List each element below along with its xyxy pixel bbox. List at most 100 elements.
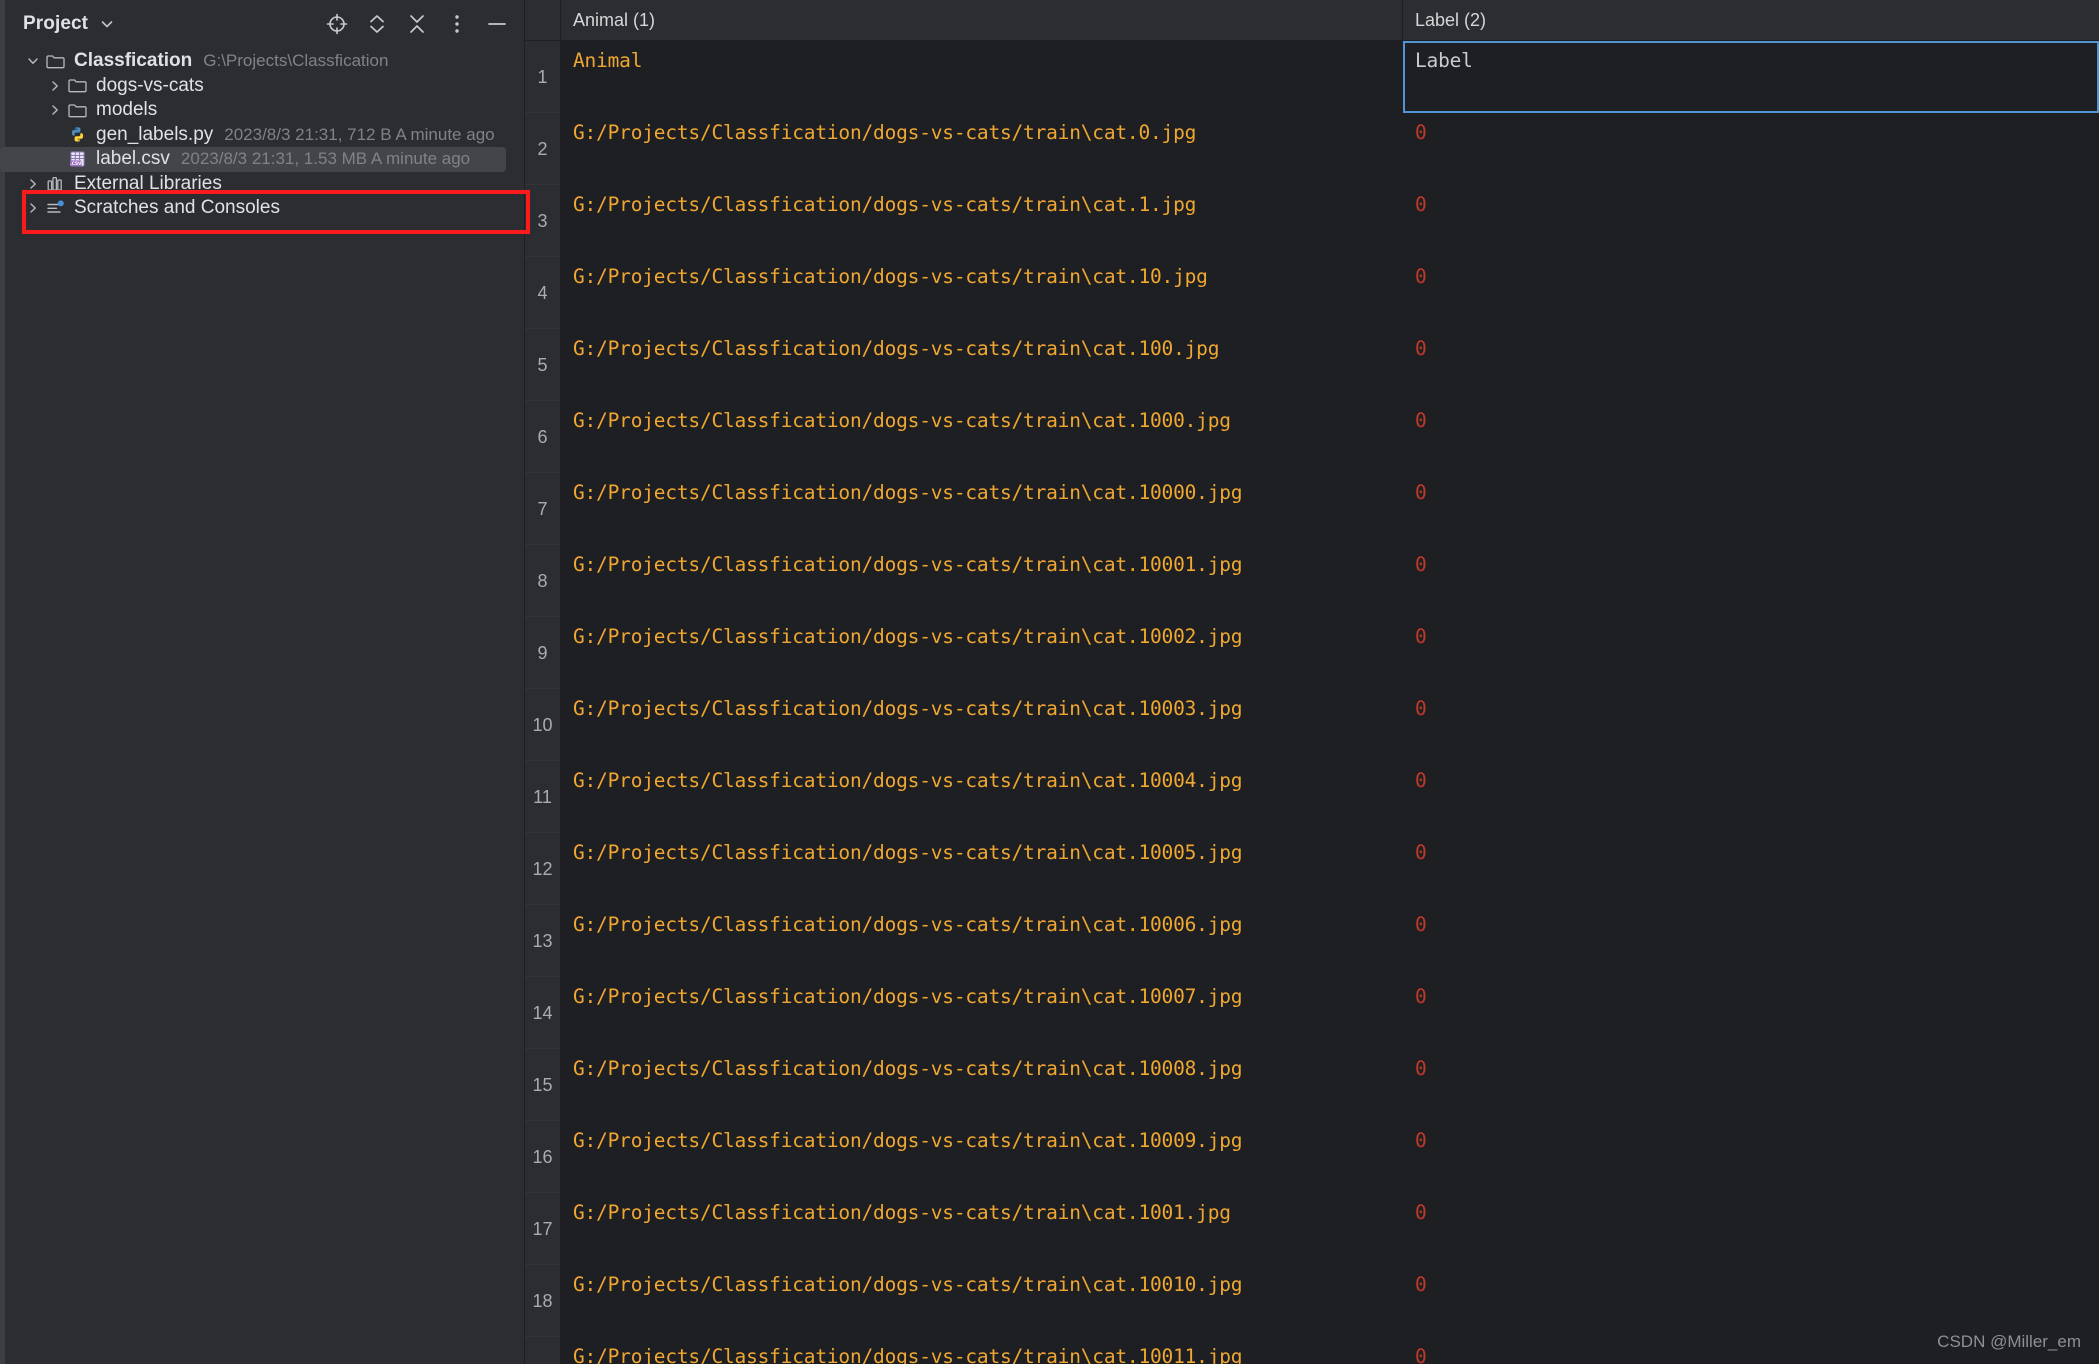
table-row[interactable]: 11 G:/Projects/Classfication/dogs-vs-cats… <box>525 761 2099 833</box>
cell-label[interactable]: 0 <box>1403 1049 2099 1121</box>
page-title: Project <box>23 12 89 34</box>
table-row[interactable]: 17 G:/Projects/Classfication/dogs-vs-cats… <box>525 1193 2099 1265</box>
table-row[interactable]: 3 G:/Projects/Classfication/dogs-vs-cats/… <box>525 185 2099 257</box>
row-number-gutter[interactable]: 7 <box>525 473 561 545</box>
column-header-animal[interactable]: Animal (1) <box>561 0 1403 40</box>
cell-animal[interactable]: G:/Projects/Classfication/dogs-vs-cats/t… <box>561 617 1403 689</box>
table-row[interactable]: 12 G:/Projects/Classfication/dogs-vs-cats… <box>525 833 2099 905</box>
cell-label[interactable]: 0 <box>1403 185 2099 257</box>
table-row[interactable]: 13 G:/Projects/Classfication/dogs-vs-cats… <box>525 905 2099 977</box>
row-number-gutter[interactable]: 10 <box>525 689 561 761</box>
tree-item-label-csv[interactable]: .CSV label.csv 2023/8/3 21:31, 1.53 MB A m… <box>0 147 506 172</box>
table-row[interactable]: 4 G:/Projects/Classfication/dogs-vs-cats/… <box>525 257 2099 329</box>
cell-label[interactable]: 0 <box>1403 113 2099 185</box>
cell-label[interactable]: 0 <box>1403 257 2099 329</box>
row-number-gutter[interactable]: 14 <box>525 977 561 1049</box>
table-row[interactable]: 2 G:/Projects/Classfication/dogs-vs-cats/… <box>525 113 2099 185</box>
more-options-icon[interactable] <box>444 11 470 37</box>
cell-label[interactable]: 0 <box>1403 401 2099 473</box>
row-number-gutter[interactable]: 4 <box>525 257 561 329</box>
cell-animal[interactable]: G:/Projects/Classfication/dogs-vs-cats/t… <box>561 185 1403 257</box>
row-number-gutter[interactable]: 6 <box>525 401 561 473</box>
table-row[interactable]: 19G:/Projects/Classfication/dogs-vs-cats… <box>525 1337 2099 1364</box>
cell-animal[interactable]: G:/Projects/Classfication/dogs-vs-cats/t… <box>561 401 1403 473</box>
expand-collapse-icon[interactable] <box>364 11 390 37</box>
table-row[interactable]: 5 G:/Projects/Classfication/dogs-vs-cats/… <box>525 329 2099 401</box>
chevron-right-icon[interactable] <box>44 103 66 117</box>
row-number: 6 <box>537 427 548 447</box>
project-panel-header: Project <box>0 0 524 47</box>
cell-label[interactable]: 0 <box>1403 545 2099 617</box>
chevron-right-icon[interactable] <box>22 201 44 215</box>
row-number-gutter[interactable]: 13 <box>525 905 561 977</box>
row-number-gutter[interactable]: 16 <box>525 1121 561 1193</box>
cell-label[interactable]: 0 <box>1403 617 2099 689</box>
cell-animal[interactable]: Animal <box>561 41 1403 113</box>
row-number-gutter[interactable]: 18 <box>525 1265 561 1337</box>
tree-item-external-libraries[interactable]: External Libraries <box>0 172 524 197</box>
row-number-gutter[interactable]: 9 <box>525 617 561 689</box>
tree-item-models[interactable]: models <box>0 98 524 123</box>
cell-animal[interactable]: G:/Projects/Classfication/dogs-vs-cats/t… <box>561 1121 1403 1193</box>
cell-animal[interactable]: G:/Projects/Classfication/dogs-vs-cats/t… <box>561 833 1403 905</box>
tree-item-gen-labels-py[interactable]: gen_labels.py 2023/8/3 21:31, 712 B A min… <box>0 123 524 148</box>
row-number-gutter[interactable]: 8 <box>525 545 561 617</box>
cell-animal[interactable]: G:/Projects/Classfication/dogs-vs-cats/t… <box>561 329 1403 401</box>
table-row[interactable]: 15 G:/Projects/Classfication/dogs-vs-cats… <box>525 1049 2099 1121</box>
chevron-right-icon[interactable] <box>44 79 66 93</box>
cell-animal[interactable]: G:/Projects/Classfication/dogs-vs-cats/t… <box>561 257 1403 329</box>
row-number: 14 <box>532 1003 553 1023</box>
table-row[interactable]: 18 G:/Projects/Classfication/dogs-vs-cats… <box>525 1265 2099 1337</box>
row-number-gutter[interactable]: 5 <box>525 329 561 401</box>
cell-label[interactable]: Label <box>1403 41 2099 113</box>
row-number-gutter[interactable]: 1 <box>525 41 561 113</box>
cell-animal[interactable]: G:/Projects/Classfication/dogs-vs-cats/t… <box>561 1265 1403 1337</box>
cell-label[interactable]: 0 <box>1403 1337 2099 1364</box>
tree-item-classfication[interactable]: Classfication G:\Projects\Classfication <box>0 49 524 74</box>
row-number-gutter[interactable]: 3 <box>525 185 561 257</box>
cell-label[interactable]: 0 <box>1403 977 2099 1049</box>
row-number-gutter[interactable]: 11 <box>525 761 561 833</box>
table-row[interactable]: 10 G:/Projects/Classfication/dogs-vs-cats… <box>525 689 2099 761</box>
cell-label[interactable]: 0 <box>1403 761 2099 833</box>
table-row[interactable]: 16 G:/Projects/Classfication/dogs-vs-cats… <box>525 1121 2099 1193</box>
cell-animal[interactable]: G:/Projects/Classfication/dogs-vs-cats/t… <box>561 977 1403 1049</box>
cell-label[interactable]: 0 <box>1403 329 2099 401</box>
cell-animal[interactable]: G:/Projects/Classfication/dogs-vs-cats/t… <box>561 113 1403 185</box>
table-row[interactable]: 7 G:/Projects/Classfication/dogs-vs-cats/… <box>525 473 2099 545</box>
cell-label[interactable]: 0 <box>1403 833 2099 905</box>
chevron-down-icon[interactable] <box>99 16 115 32</box>
cell-label[interactable]: 0 <box>1403 1193 2099 1265</box>
tree-item-dogs-vs-cats[interactable]: dogs-vs-cats <box>0 74 524 99</box>
cell-label[interactable]: 0 <box>1403 473 2099 545</box>
row-number-gutter[interactable]: 17 <box>525 1193 561 1265</box>
table-row[interactable]: 8 G:/Projects/Classfication/dogs-vs-cats/… <box>525 545 2099 617</box>
row-number-gutter[interactable]: 2 <box>525 113 561 185</box>
cell-animal[interactable]: G:/Projects/Classfication/dogs-vs-cats/t… <box>561 545 1403 617</box>
table-row[interactable]: 1 Animal Label <box>525 41 2099 113</box>
table-row[interactable]: 6 G:/Projects/Classfication/dogs-vs-cats/… <box>525 401 2099 473</box>
table-row[interactable]: 9 G:/Projects/Classfication/dogs-vs-cats/… <box>525 617 2099 689</box>
row-number-gutter[interactable]: 19 <box>525 1337 561 1364</box>
tree-item-scratches-and-consoles[interactable]: Scratches and Consoles <box>0 196 524 221</box>
cell-animal[interactable]: G:/Projects/Classfication/dogs-vs-cats/t… <box>561 1337 1403 1364</box>
row-number-gutter[interactable]: 12 <box>525 833 561 905</box>
table-row[interactable]: 14 G:/Projects/Classfication/dogs-vs-cats… <box>525 977 2099 1049</box>
cell-label[interactable]: 0 <box>1403 1121 2099 1193</box>
chevron-right-icon[interactable] <box>22 177 44 191</box>
locate-file-icon[interactable] <box>324 11 350 37</box>
collapse-all-icon[interactable] <box>404 11 430 37</box>
cell-label[interactable]: 0 <box>1403 689 2099 761</box>
cell-animal[interactable]: G:/Projects/Classfication/dogs-vs-cats/t… <box>561 473 1403 545</box>
cell-animal[interactable]: G:/Projects/Classfication/dogs-vs-cats/t… <box>561 1193 1403 1265</box>
cell-label[interactable]: 0 <box>1403 1265 2099 1337</box>
cell-label[interactable]: 0 <box>1403 905 2099 977</box>
column-header-label[interactable]: Label (2) <box>1403 0 2099 40</box>
cell-animal[interactable]: G:/Projects/Classfication/dogs-vs-cats/t… <box>561 1049 1403 1121</box>
row-number-gutter[interactable]: 15 <box>525 1049 561 1121</box>
hide-panel-icon[interactable] <box>484 11 510 37</box>
cell-animal[interactable]: G:/Projects/Classfication/dogs-vs-cats/t… <box>561 905 1403 977</box>
chevron-down-icon[interactable] <box>22 54 44 68</box>
cell-animal[interactable]: G:/Projects/Classfication/dogs-vs-cats/t… <box>561 761 1403 833</box>
cell-animal[interactable]: G:/Projects/Classfication/dogs-vs-cats/t… <box>561 689 1403 761</box>
